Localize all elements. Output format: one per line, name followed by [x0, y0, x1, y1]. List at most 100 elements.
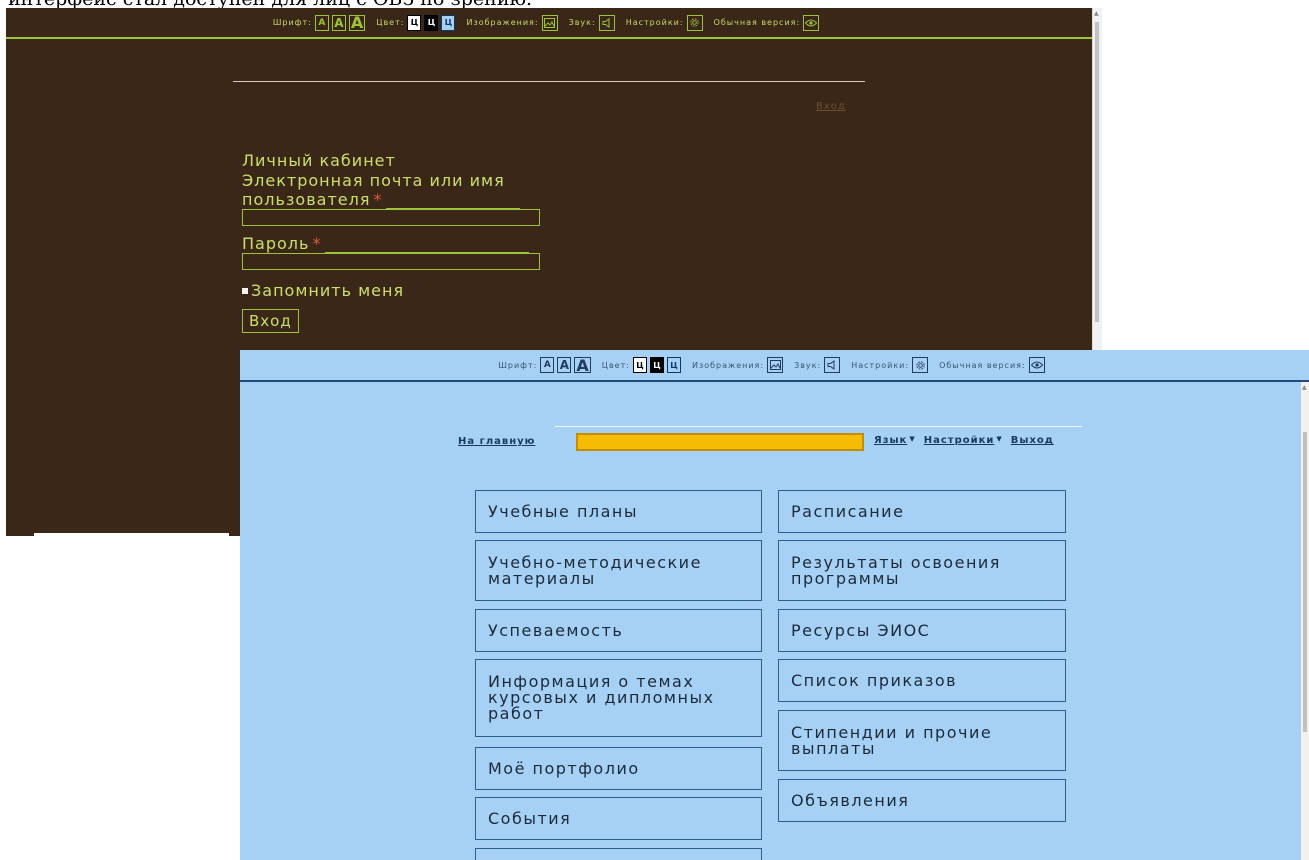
- blue-scrollbar[interactable]: ▲: [1301, 382, 1309, 860]
- language-menu[interactable]: Язык ▼: [874, 435, 916, 446]
- menu-tile-schedule[interactable]: Расписание: [778, 490, 1066, 533]
- menu-tile-program-results[interactable]: Результаты освоения программы: [778, 540, 1066, 601]
- color-blue-button[interactable]: Ц: [666, 357, 681, 373]
- font-size-large-button[interactable]: A: [574, 356, 591, 375]
- label-underline: [325, 252, 530, 253]
- font-size-small-button[interactable]: A: [540, 357, 555, 373]
- color-black-button[interactable]: Ц: [649, 357, 664, 373]
- scrollbar-thumb[interactable]: [1303, 432, 1307, 732]
- normal-version-label: Обычная версия:: [713, 18, 801, 27]
- menu-tile-curricula[interactable]: Учебные планы: [475, 490, 762, 533]
- tile-label: Список приказов: [791, 670, 958, 690]
- images-group: Изображения:: [691, 357, 784, 373]
- eye-icon[interactable]: [1028, 357, 1045, 373]
- menu-tile-eios-resources[interactable]: Ресурсы ЭИОС: [778, 609, 1066, 652]
- username-label-line2: пользователя: [242, 190, 371, 209]
- home-link[interactable]: На главную: [458, 436, 535, 447]
- caret-down-icon: ▼: [909, 435, 916, 443]
- horizontal-scroll-strip: [34, 533, 229, 539]
- login-form: Личный кабинет Электронная почта или имя…: [242, 151, 540, 333]
- color-label: Цвет:: [376, 18, 405, 27]
- normal-version-group: Обычная версия:: [939, 357, 1045, 373]
- scroll-up-icon[interactable]: ▲: [1302, 384, 1307, 391]
- font-size-group: Шрифт: A A A: [272, 13, 366, 32]
- gear-icon[interactable]: [686, 14, 703, 31]
- menu-tile-grades[interactable]: Успеваемость: [475, 609, 762, 652]
- sound-label: Звук:: [568, 18, 596, 27]
- menu-tile-partial[interactable]: [475, 848, 762, 860]
- menu-tile-thesis-topics[interactable]: Информация о темах курсовых и дипломных ра…: [475, 659, 762, 737]
- color-white-button[interactable]: Ц: [407, 14, 422, 31]
- blue-theme-window: Шрифт: A A A Цвет: Ц Ц Ц Изображения: Зв…: [240, 350, 1309, 860]
- normal-version-group: Обычная версия:: [713, 14, 820, 31]
- sound-group: Звук:: [794, 357, 841, 373]
- password-field[interactable]: [242, 253, 540, 270]
- remember-me-row[interactable]: Запомнить меня: [242, 281, 540, 300]
- menu-tile-announcements[interactable]: Объявления: [778, 779, 1066, 822]
- color-scheme-group: Цвет: Ц Ц Ц: [602, 357, 681, 373]
- font-size-medium-button[interactable]: A: [331, 14, 346, 31]
- menu-tile-scholarships[interactable]: Стипендии и прочие выплаты: [778, 710, 1066, 771]
- top-nav-links: Язык ▼ Настройки ▼ Выход: [874, 435, 1054, 446]
- color-blue-button[interactable]: Ц: [441, 14, 456, 31]
- images-label: Изображения:: [466, 18, 539, 27]
- tile-label: Ресурсы ЭИОС: [791, 620, 931, 640]
- tile-label: Объявления: [791, 790, 910, 810]
- menu-tile-events[interactable]: События: [475, 797, 762, 840]
- scroll-up-icon[interactable]: ▲: [1094, 10, 1099, 17]
- image-icon[interactable]: [767, 357, 784, 373]
- remember-checkbox[interactable]: [242, 287, 248, 294]
- username-label: пользователя *: [242, 190, 540, 209]
- menu-tile-teaching-materials[interactable]: Учебно-методические материалы: [475, 540, 762, 601]
- image-icon[interactable]: [541, 14, 558, 31]
- font-size-group: Шрифт: A A A: [498, 356, 591, 375]
- color-black-button[interactable]: Ц: [424, 14, 439, 31]
- font-label: Шрифт:: [498, 360, 538, 370]
- settings-label: Настройки:: [625, 18, 684, 27]
- sound-group: Звук:: [568, 14, 615, 31]
- settings-link[interactable]: Настройки: [924, 435, 995, 446]
- tile-label: События: [488, 808, 572, 828]
- sound-label: Звук:: [794, 360, 822, 370]
- settings-menu[interactable]: Настройки ▼: [924, 435, 1003, 446]
- tile-label: Расписание: [791, 501, 905, 521]
- menu-tile-portfolio[interactable]: Моё портфолио: [475, 747, 762, 790]
- header-login-link[interactable]: Вход: [816, 101, 846, 112]
- color-white-button[interactable]: Ц: [632, 357, 647, 373]
- header-divider: [233, 81, 865, 82]
- normal-version-label: Обычная версия:: [939, 360, 1026, 370]
- speaker-icon[interactable]: [824, 357, 841, 373]
- settings-label: Настройки:: [851, 360, 910, 370]
- password-label: Пароль *: [242, 234, 540, 253]
- language-link[interactable]: Язык: [874, 435, 907, 446]
- tile-label: программы: [791, 568, 901, 588]
- speaker-icon[interactable]: [598, 14, 615, 31]
- font-size-small-button[interactable]: A: [314, 14, 329, 31]
- username-field[interactable]: [242, 209, 540, 226]
- images-group: Изображения:: [466, 14, 558, 31]
- username-label-line1: Электронная почта или имя: [242, 171, 505, 190]
- password-label-text: Пароль: [242, 234, 310, 253]
- font-label: Шрифт:: [272, 18, 312, 27]
- tile-label: Успеваемость: [488, 620, 624, 640]
- images-label: Изображения:: [691, 360, 765, 370]
- login-button[interactable]: Вход: [242, 309, 299, 333]
- eye-icon[interactable]: [803, 14, 820, 31]
- required-mark: *: [373, 190, 383, 209]
- font-size-large-button[interactable]: A: [348, 13, 366, 32]
- tile-label: Моё портфолио: [488, 758, 640, 778]
- search-input[interactable]: [576, 433, 864, 451]
- settings-group: Настройки:: [851, 357, 929, 373]
- caret-down-icon: ▼: [996, 435, 1003, 443]
- gear-icon[interactable]: [912, 357, 929, 373]
- tile-label: выплаты: [791, 738, 877, 758]
- scrollbar-thumb[interactable]: [1095, 22, 1099, 322]
- form-title: Личный кабинет: [242, 151, 396, 170]
- required-mark: *: [312, 234, 322, 253]
- remember-label: Запомнить меня: [251, 281, 405, 300]
- logout-link[interactable]: Выход: [1011, 435, 1054, 446]
- menu-tile-orders-list[interactable]: Список приказов: [778, 659, 1066, 702]
- label-underline: [386, 208, 521, 209]
- color-label: Цвет:: [601, 360, 630, 370]
- font-size-medium-button[interactable]: A: [557, 357, 572, 373]
